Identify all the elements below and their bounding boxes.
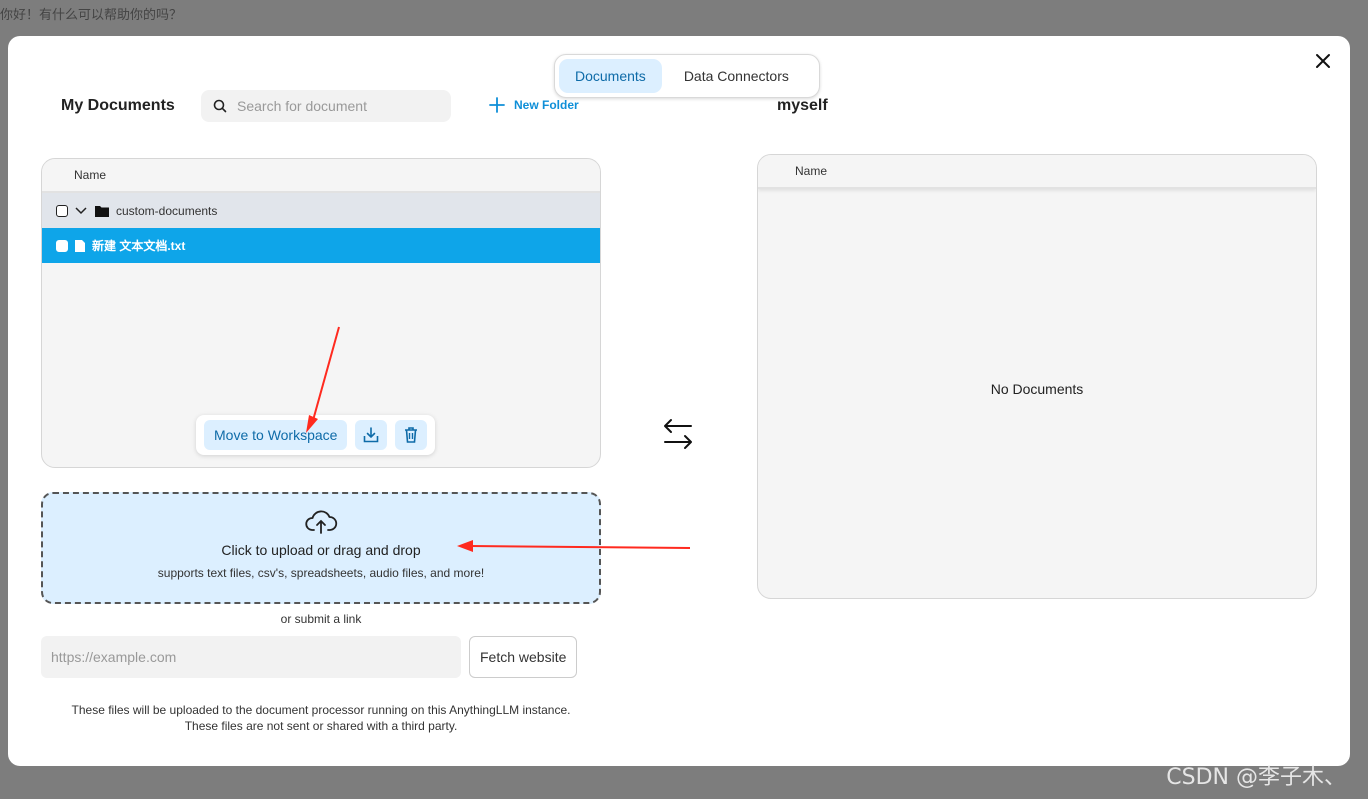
search-input[interactable] <box>237 98 437 114</box>
move-to-workspace-button[interactable]: Move to Workspace <box>204 420 348 450</box>
notice-line-2: These files are not sent or shared with … <box>184 719 458 733</box>
plus-icon <box>489 97 505 113</box>
my-documents-panel: Name custom-documents 新建 文本文档.txt Move t… <box>41 158 601 468</box>
folder-checkbox[interactable] <box>56 204 68 217</box>
workspace-column-name-label: Name <box>795 164 828 178</box>
folder-row[interactable]: custom-documents <box>42 193 600 228</box>
trash-icon <box>405 427 418 443</box>
workspace-title: myself <box>777 97 828 114</box>
document-search[interactable] <box>201 90 451 122</box>
workspace-name-column-header: Name <box>758 155 1316 189</box>
or-submit-link-text: or submit a link <box>280 612 362 626</box>
background-chat-text: 你好！有什么可以帮助你的吗？ <box>0 7 183 22</box>
close-button[interactable] <box>1312 50 1334 72</box>
upload-dropzone[interactable]: Click to upload or drag and drop support… <box>41 492 601 604</box>
download-tray-icon <box>364 427 379 443</box>
cloud-upload-icon <box>305 510 338 534</box>
upload-subtitle: supports text files, csv's, spreadsheets… <box>157 566 485 580</box>
save-button[interactable] <box>355 420 388 450</box>
file-name: 新建 文本文档.txt <box>92 239 186 253</box>
folder-name: custom-documents <box>116 203 218 218</box>
delete-button[interactable] <box>395 420 428 450</box>
tab-data-connectors[interactable]: Data Connectors <box>668 59 805 93</box>
watermark: CSDN @李子木、 <box>1166 765 1346 790</box>
file-checkbox[interactable] <box>56 239 68 252</box>
documents-modal: Documents Data Connectors My Documents N… <box>8 36 1350 766</box>
fetch-website-button[interactable]: Fetch website <box>469 636 578 678</box>
new-folder-label: New Folder <box>514 98 579 112</box>
search-icon <box>213 99 227 113</box>
no-documents-text: No Documents <box>990 381 1084 397</box>
url-input[interactable] <box>41 636 461 678</box>
file-icon <box>75 239 85 252</box>
column-name-label: Name <box>74 168 107 182</box>
notice-line-1: These files will be uploaded to the docu… <box>71 703 571 717</box>
name-column-header: Name <box>42 159 600 193</box>
close-icon <box>1316 54 1330 68</box>
tab-bar: Documents Data Connectors <box>554 54 820 98</box>
selection-action-bar: Move to Workspace <box>196 415 436 455</box>
tab-documents[interactable]: Documents <box>559 59 662 93</box>
chevron-down-icon[interactable] <box>74 204 88 218</box>
new-folder-button[interactable]: New Folder <box>488 96 579 114</box>
upload-title: Click to upload or drag and drop <box>221 542 421 558</box>
my-documents-title: My Documents <box>61 97 175 114</box>
upload-notice: These files will be uploaded to the docu… <box>41 702 601 734</box>
workspace-documents-panel: Name No Documents <box>757 154 1317 599</box>
swap-arrows-icon <box>664 419 692 449</box>
file-row[interactable]: 新建 文本文档.txt <box>42 228 600 263</box>
folder-icon <box>95 205 109 217</box>
